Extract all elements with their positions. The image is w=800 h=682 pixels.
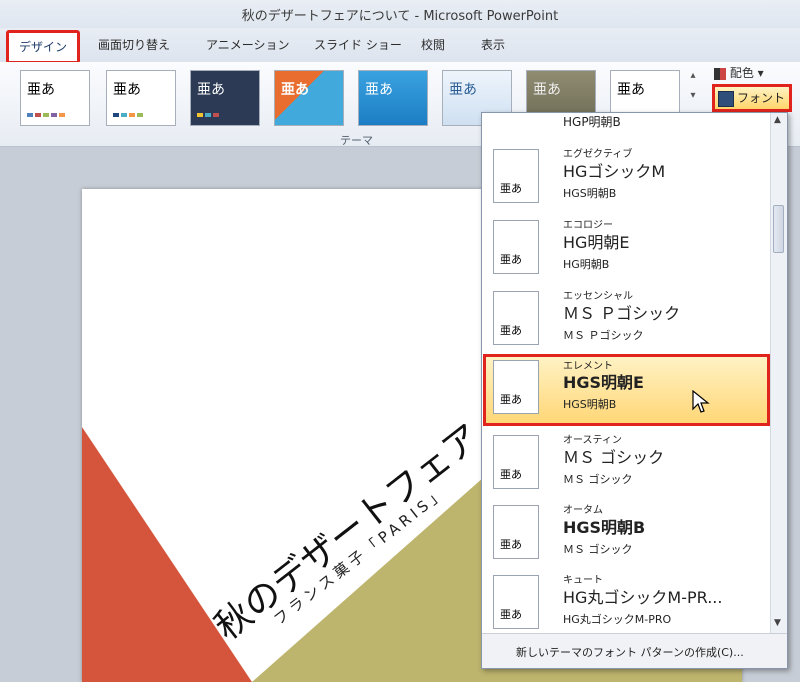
title-bar: 秋のデザートフェアについて - Microsoft PowerPoint [0, 0, 800, 28]
font-scheme-heading-font: HG丸ゴシックM-PR... [563, 588, 723, 607]
create-font-scheme-label: 新しいテーマのフォント パターンの作成(C)... [516, 646, 744, 659]
font-scheme-preview: 亜あ [493, 220, 539, 274]
font-scheme-heading-font: HGS明朝B [563, 518, 646, 537]
colors-button[interactable]: 配色 ▾ [714, 64, 764, 81]
theme-sample-text: 亜あ [197, 82, 225, 98]
theme-sample-text: 亜あ [617, 82, 645, 98]
palette-icon [714, 67, 726, 80]
theme-thumbnail-1[interactable]: 亜あ [20, 70, 90, 126]
colors-label: 配色 ▾ [729, 66, 764, 80]
fonts-button[interactable]: フォント ▾ [712, 84, 792, 127]
font-scheme-preview: 亜あ [493, 505, 539, 559]
font-scheme-heading-font: HG明朝E [563, 233, 630, 252]
theme-thumbnail-5[interactable]: 亜あ [358, 70, 428, 126]
font-scheme-preview: 亜あ [493, 360, 539, 414]
gallery-scroll-up-icon[interactable]: ▴ [686, 70, 700, 86]
tab-review[interactable]: 校閲 [421, 36, 445, 53]
font-scheme-preview: 亜あ [493, 149, 539, 203]
font-scheme-preview: 亜あ [493, 291, 539, 345]
theme-sample-text: 亜あ [533, 82, 561, 98]
theme-color-swatches [113, 113, 143, 117]
scrollbar-thumb[interactable] [773, 205, 784, 253]
theme-color-swatches [197, 113, 219, 117]
theme-color-swatches [27, 113, 65, 117]
tab-transitions[interactable]: 画面切り替え [98, 36, 170, 53]
font-scheme-body-font: ＭＳ ゴシック [563, 543, 633, 556]
font-scheme-item-essential[interactable]: 亜あ エッセンシャル ＭＳ Ｐゴシック ＭＳ Ｐゴシック [483, 285, 770, 353]
font-scheme-body-font: HG明朝B [563, 258, 610, 271]
font-scheme-item-executive[interactable]: 亜あ エグゼクティブ HGゴシックM HGS明朝B [483, 143, 770, 211]
theme-sample-text: 亜あ [365, 82, 393, 98]
font-scheme-item-element[interactable]: 亜あ エレメント HGS明朝E HGS明朝B [483, 354, 770, 426]
font-scheme-heading-font: ＭＳ ゴシック [563, 448, 665, 467]
font-scheme-heading-font: HGP明朝B [563, 115, 621, 129]
font-scheme-body-font: HGS明朝B [563, 187, 617, 200]
theme-thumbnail-3[interactable]: 亜あ [190, 70, 260, 126]
font-scheme-item-autumn[interactable]: 亜あ オータム HGS明朝B ＭＳ ゴシック [483, 499, 770, 567]
theme-thumbnail-4[interactable]: 亜あ [274, 70, 344, 126]
fonts-icon [718, 91, 734, 107]
group-label-themes: テーマ [340, 134, 373, 147]
font-scheme-preview: 亜あ [493, 435, 539, 489]
dropdown-scrollbar[interactable]: ▲ ▼ [770, 113, 787, 633]
font-scheme-body-font: ＭＳ ゴシック [563, 473, 633, 486]
font-scheme-item-austin[interactable]: 亜あ オースティン ＭＳ ゴシック ＭＳ ゴシック [483, 429, 770, 497]
font-scheme-preview: 亜あ [493, 575, 539, 629]
tab-animations[interactable]: アニメーション [206, 36, 290, 53]
ribbon-tabs: デザイン 画面切り替え アニメーション スライド ショー 校閲 表示 [0, 28, 800, 64]
theme-sample-text: 亜あ [449, 82, 477, 98]
font-scheme-item-cute[interactable]: 亜あ キュート HG丸ゴシックM-PR... HG丸ゴシックM-PRO [483, 569, 770, 637]
create-font-scheme-menu-item[interactable]: 新しいテーマのフォント パターンの作成(C)... [482, 633, 787, 668]
font-scheme-body-font: ＭＳ Ｐゴシック [563, 329, 644, 342]
font-scheme-item-ecology[interactable]: 亜あ エコロジー HG明朝E HG明朝B [483, 214, 770, 282]
theme-sample-text: 亜あ [113, 82, 141, 98]
theme-sample-text: 亜あ [281, 82, 309, 98]
font-scheme-body-font: HG丸ゴシックM-PRO [563, 613, 672, 626]
scroll-up-arrow-icon[interactable]: ▲ [774, 115, 781, 125]
window-title: 秋のデザートフェアについて - Microsoft PowerPoint [241, 9, 559, 24]
mouse-pointer-icon [692, 390, 710, 413]
font-scheme-heading-font: HGゴシックM [563, 162, 666, 181]
slide-red-triangle [82, 427, 252, 682]
theme-sample-text: 亜あ [27, 82, 55, 98]
scroll-down-arrow-icon[interactable]: ▼ [774, 618, 781, 628]
theme-thumbnail-2[interactable]: 亜あ [106, 70, 176, 126]
tab-design[interactable]: デザイン [6, 30, 81, 64]
theme-fonts-dropdown: HGP明朝B 亜あ エグゼクティブ HGゴシックM HGS明朝B 亜あ エコロジ… [481, 112, 788, 669]
font-scheme-body-font: HGS明朝B [563, 398, 617, 411]
tab-slideshow[interactable]: スライド ショー [314, 36, 402, 53]
font-scheme-item-partial[interactable]: HGP明朝B [483, 113, 770, 133]
gallery-scroll-down-icon[interactable]: ▾ [686, 90, 700, 106]
font-scheme-heading-font: HGS明朝E [563, 373, 644, 392]
tab-view[interactable]: 表示 [481, 36, 505, 53]
font-scheme-heading-font: ＭＳ Ｐゴシック [563, 304, 681, 323]
